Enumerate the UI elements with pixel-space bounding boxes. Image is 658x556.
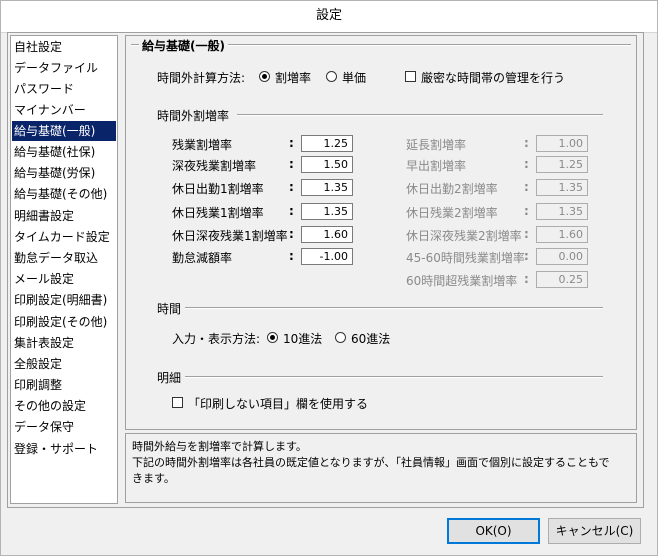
sidebar-item-data-maintenance[interactable]: データ保守 (12, 417, 116, 437)
strict-time-label[interactable]: 厳密な時間帯の管理を行う (421, 69, 565, 86)
colon: : (524, 249, 529, 263)
sidebar-item-attendance-import[interactable]: 勤怠データ取込 (12, 248, 116, 268)
radio-unit-price-label[interactable]: 単価 (342, 69, 366, 86)
panel-title: 給与基礎(一般) (139, 37, 228, 54)
window-title: 設定 (315, 8, 342, 23)
rate-input-overtime[interactable]: 1.25 (301, 135, 353, 152)
non-print-items-label[interactable]: 「印刷しない項目」欄を使用する (188, 395, 368, 412)
radio-unit-price[interactable] (326, 71, 337, 82)
rate-input-45-60-overtime: 0.00 (536, 248, 588, 265)
colon: : (289, 157, 294, 171)
sidebar-item-general[interactable]: 全般設定 (12, 354, 116, 374)
rate-input-holiday-work-1[interactable]: 1.35 (301, 179, 353, 196)
time-input-method-label: 入力・表示方法: (172, 332, 261, 346)
description-box: 時間外給与を割増率で計算します。 下記の時間外割増率は各社員の既定値となりますが… (125, 433, 637, 503)
sidebar-item-print-other[interactable]: 印刷設定(その他) (12, 312, 116, 332)
colon: : (289, 249, 294, 263)
rate-input-holiday-work-2: 1.35 (536, 179, 588, 196)
colon: : (289, 180, 294, 194)
settings-category-list[interactable]: 自社設定 データファイル パスワード マイナンバー 給与基礎(一般) 給与基礎(… (10, 35, 118, 504)
sidebar-item-print-statement[interactable]: 印刷設定(明細書) (12, 290, 116, 310)
radio-sexagesimal-label[interactable]: 60進法 (351, 330, 390, 347)
colon: : (524, 272, 529, 286)
rate-label-attendance-deduction: 勤怠減額率 (172, 251, 233, 265)
radio-decimal[interactable] (267, 332, 278, 343)
rate-label-late-night: 深夜残業割増率 (172, 159, 257, 173)
rate-label-holiday-late-night-1: 休日深夜残業1割増率 (172, 229, 288, 243)
rate-input-holiday-late-night-2: 1.60 (536, 226, 588, 243)
radio-rate[interactable] (259, 71, 270, 82)
sidebar-item-mail[interactable]: メール設定 (12, 269, 116, 289)
description-line-2: 下記の時間外割増率は各社員の既定値となりますが、「社員情報」画面で個別に設定する… (132, 456, 610, 469)
detail-section-title: 明細 (157, 371, 182, 385)
sidebar-item-password[interactable]: パスワード (12, 79, 116, 99)
radio-decimal-label[interactable]: 10進法 (283, 330, 322, 347)
sidebar-item-summary[interactable]: 集計表設定 (12, 333, 116, 353)
rate-input-holiday-late-night-1[interactable]: 1.60 (301, 226, 353, 243)
colon: : (524, 180, 529, 194)
ok-button[interactable]: OK(O) (447, 518, 540, 544)
rate-input-holiday-overtime-1[interactable]: 1.35 (301, 203, 353, 220)
rate-input-early: 1.25 (536, 156, 588, 173)
rate-input-attendance-deduction[interactable]: -1.00 (301, 248, 353, 265)
colon: : (524, 136, 529, 150)
rate-label-holiday-overtime-1: 休日残業1割増率 (172, 206, 264, 220)
rate-label-holiday-work-1: 休日出勤1割増率 (172, 182, 264, 196)
sidebar-item-data-file[interactable]: データファイル (12, 58, 116, 78)
sidebar-item-my-number[interactable]: マイナンバー (12, 100, 116, 120)
rate-input-late-night[interactable]: 1.50 (301, 156, 353, 173)
sidebar-item-timecard[interactable]: タイムカード設定 (12, 227, 116, 247)
colon: : (524, 227, 529, 241)
rate-label-holiday-overtime-2: 休日残業2割増率 (406, 206, 498, 220)
calc-method-label: 時間外計算方法: (157, 71, 246, 85)
colon: : (289, 204, 294, 218)
rate-input-extension: 1.00 (536, 135, 588, 152)
sidebar-item-salary-labor[interactable]: 給与基礎(労保) (12, 163, 116, 183)
rate-input-over-60-overtime: 0.25 (536, 271, 588, 288)
title-bar: 設定 (0, 0, 658, 33)
rate-label-over-60-overtime: 60時間超残業割増率 (406, 274, 518, 288)
colon: : (524, 204, 529, 218)
colon: : (289, 136, 294, 150)
sidebar-item-other-settings[interactable]: その他の設定 (12, 396, 116, 416)
rate-label-overtime: 残業割増率 (172, 138, 233, 152)
rate-label-holiday-late-night-2: 休日深夜残業2割増率 (406, 229, 522, 243)
sidebar-item-salary-general[interactable]: 給与基礎(一般) (12, 121, 116, 141)
sidebar-item-print-adjust[interactable]: 印刷調整 (12, 375, 116, 395)
colon: : (524, 157, 529, 171)
description-line-1: 時間外給与を割増率で計算します。 (132, 440, 307, 453)
detail-section-line (185, 376, 603, 378)
description-line-3: きます。 (132, 472, 175, 485)
non-print-items-checkbox[interactable] (172, 397, 183, 408)
sidebar-item-statement[interactable]: 明細書設定 (12, 206, 116, 226)
rate-label-extension: 延長割増率 (406, 138, 467, 152)
sidebar-item-company[interactable]: 自社設定 (12, 37, 116, 57)
rate-input-holiday-overtime-2: 1.35 (536, 203, 588, 220)
time-section-title: 時間 (157, 302, 182, 316)
time-section-line (185, 307, 603, 309)
overtime-section-title: 時間外割増率 (157, 109, 230, 123)
overtime-section-line (237, 114, 603, 116)
rate-label-holiday-work-2: 休日出勤2割増率 (406, 182, 498, 196)
radio-sexagesimal[interactable] (335, 332, 346, 343)
sidebar-item-salary-other[interactable]: 給与基礎(その他) (12, 184, 116, 204)
cancel-button[interactable]: キャンセル(C) (548, 518, 641, 544)
rate-label-45-60-overtime: 45-60時間残業割増率 (406, 251, 525, 265)
rate-label-early: 早出割増率 (406, 159, 467, 173)
strict-time-checkbox[interactable] (405, 71, 416, 82)
radio-rate-label[interactable]: 割増率 (275, 69, 311, 86)
sidebar-item-registration-support[interactable]: 登録・サポート (12, 439, 116, 459)
sidebar-item-salary-social[interactable]: 給与基礎(社保) (12, 142, 116, 162)
colon: : (289, 227, 294, 241)
